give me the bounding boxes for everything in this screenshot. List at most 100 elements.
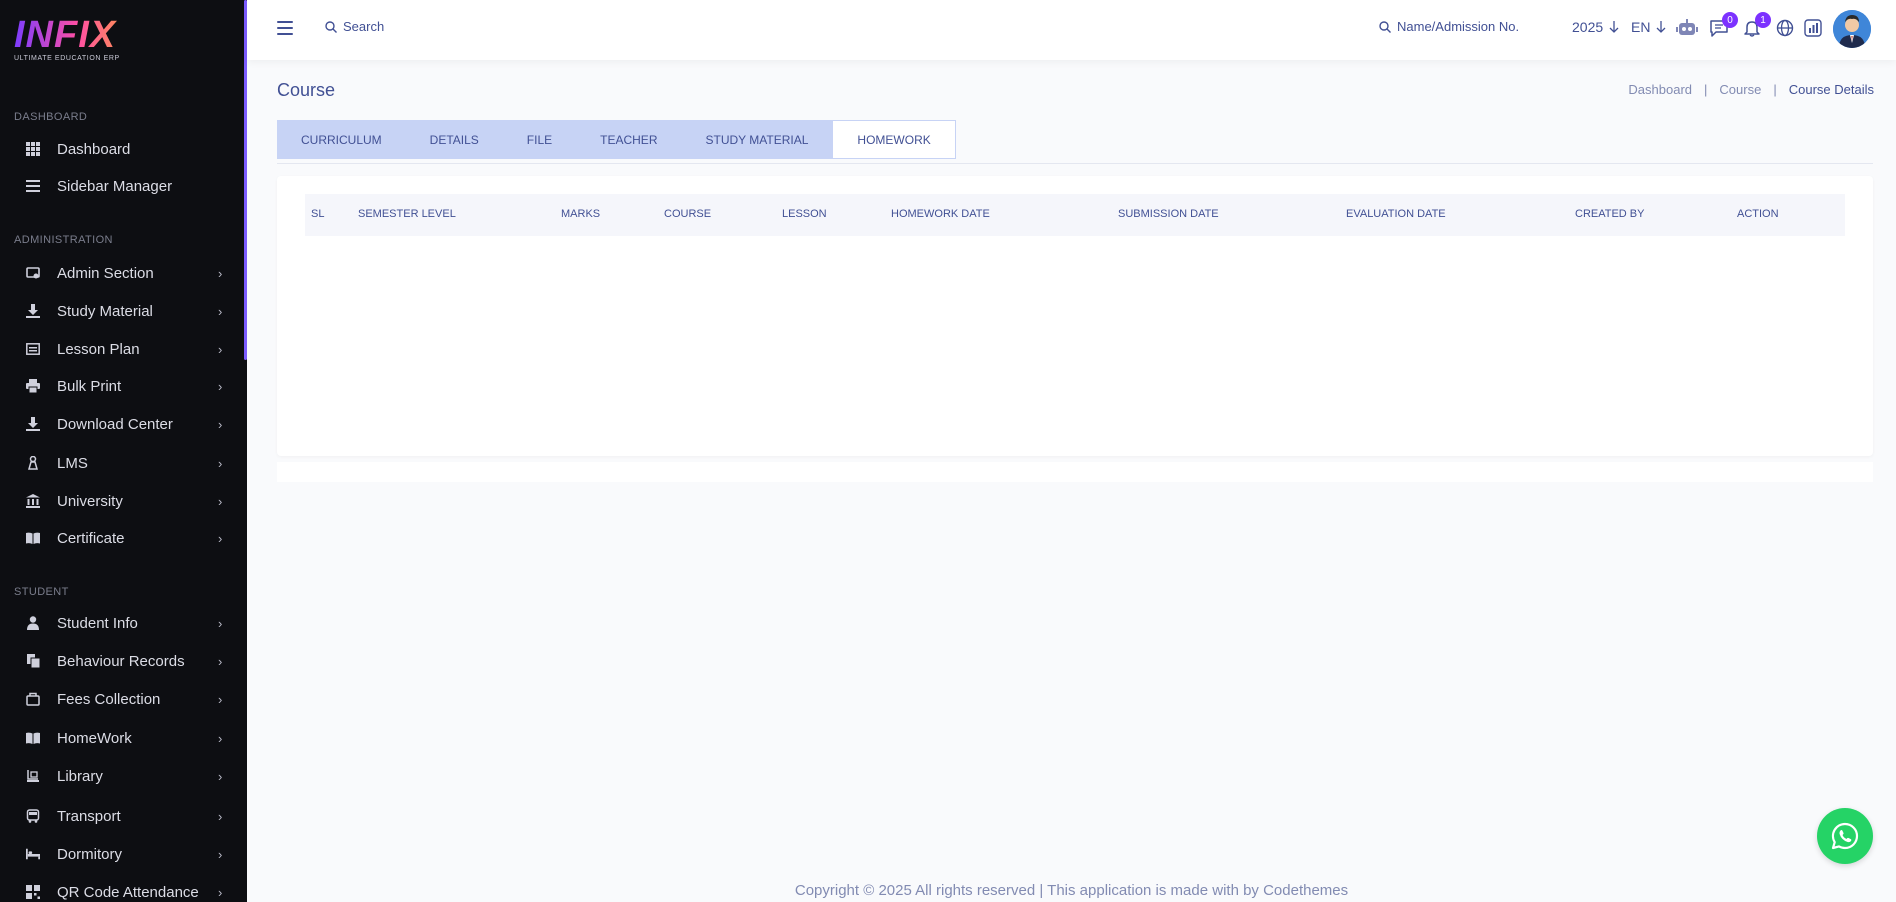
sidebar-item-behaviour-records[interactable]: Behaviour Records › bbox=[0, 644, 244, 678]
card-footer-strip bbox=[277, 462, 1873, 482]
sidebar-item-sidebar-manager[interactable]: Sidebar Manager bbox=[0, 169, 244, 203]
sidebar-item-label: Dashboard bbox=[57, 140, 131, 158]
sidebar-item-label: QR Code Attendance bbox=[57, 883, 199, 901]
whatsapp-button[interactable] bbox=[1817, 808, 1873, 864]
avatar[interactable] bbox=[1833, 10, 1871, 48]
homework-table-card: SL SEMESTER LEVEL MARKS COURSE LESSON HO… bbox=[277, 176, 1873, 456]
column-header-lesson[interactable]: LESSON bbox=[782, 208, 827, 220]
chevron-right-icon: › bbox=[218, 455, 223, 471]
sidebar-item-label: Certificate bbox=[57, 529, 125, 547]
menu-lines-icon bbox=[26, 179, 40, 193]
records-icon bbox=[26, 654, 40, 668]
chevron-right-icon: › bbox=[218, 265, 223, 281]
language-select[interactable]: EN bbox=[1631, 19, 1666, 35]
search-icon bbox=[1379, 20, 1391, 33]
user-icon bbox=[26, 616, 40, 630]
chevron-right-icon: › bbox=[218, 615, 223, 631]
messages-badge: 0 bbox=[1722, 12, 1738, 28]
list-icon bbox=[26, 342, 40, 356]
bus-icon bbox=[26, 809, 40, 823]
chevron-right-icon: › bbox=[218, 808, 223, 824]
chevron-right-icon: › bbox=[218, 653, 223, 669]
chevron-right-icon: › bbox=[218, 530, 223, 546]
sidebar-item-homework[interactable]: HomeWork › bbox=[0, 721, 244, 755]
sidebar-item-student-info[interactable]: Student Info › bbox=[0, 606, 244, 640]
language-value: EN bbox=[1631, 19, 1651, 35]
notifications-badge: 1 bbox=[1755, 12, 1771, 28]
sidebar-item-label: Behaviour Records bbox=[57, 652, 185, 670]
sidebar-item-label: Bulk Print bbox=[57, 377, 122, 395]
sidebar-item-label: Lesson Plan bbox=[57, 340, 140, 358]
qr-icon bbox=[26, 885, 40, 899]
sidebar-item-label: University bbox=[57, 492, 123, 510]
sidebar-item-certificate[interactable]: Certificate › bbox=[0, 521, 244, 555]
sidebar-item-fees-collection[interactable]: Fees Collection › bbox=[0, 682, 244, 716]
tab-curriculum[interactable]: CURRICULUM bbox=[277, 120, 406, 159]
sidebar-item-qr-code-attendance[interactable]: QR Code Attendance › bbox=[0, 875, 244, 902]
column-header-evaluation-date[interactable]: EVALUATION DATE bbox=[1346, 208, 1446, 220]
chevron-right-icon: › bbox=[218, 691, 223, 707]
chevron-right-icon: › bbox=[218, 884, 223, 900]
sidebar-item-bulk-print[interactable]: Bulk Print › bbox=[0, 369, 244, 403]
column-header-semester-level[interactable]: SEMESTER LEVEL bbox=[358, 208, 456, 220]
tab-teacher[interactable]: TEACHER bbox=[576, 120, 681, 159]
column-header-action[interactable]: ACTION bbox=[1737, 208, 1779, 220]
sidebar-item-university[interactable]: University › bbox=[0, 484, 244, 518]
grid-icon bbox=[26, 142, 40, 156]
bell-icon[interactable]: 1 bbox=[1741, 12, 1771, 39]
tab-homework[interactable]: HOMEWORK bbox=[832, 120, 956, 159]
brand-logo[interactable]: INFIX ULTIMATE EDUCATION ERP bbox=[14, 16, 120, 62]
section-label-student: STUDENT bbox=[14, 586, 69, 598]
bed-icon bbox=[26, 847, 40, 861]
chevron-right-icon: › bbox=[218, 493, 223, 509]
sidebar-item-study-material[interactable]: Study Material › bbox=[0, 294, 244, 328]
chat-icon[interactable]: 0 bbox=[1708, 12, 1738, 39]
search-icon bbox=[325, 20, 337, 33]
course-tabs: CURRICULUM DETAILS FILE TEACHER STUDY MA… bbox=[277, 120, 956, 159]
library-icon bbox=[26, 769, 40, 783]
table-header-row: SL SEMESTER LEVEL MARKS COURSE LESSON HO… bbox=[305, 194, 1845, 236]
column-header-homework-date[interactable]: HOMEWORK DATE bbox=[891, 208, 990, 220]
tab-study-material[interactable]: STUDY MATERIAL bbox=[681, 120, 832, 159]
logo-text: INFIX bbox=[14, 16, 120, 54]
robot-icon[interactable] bbox=[1676, 17, 1698, 39]
chevron-right-icon: › bbox=[218, 730, 223, 746]
book-icon bbox=[26, 531, 40, 545]
sidebar-item-label: Sidebar Manager bbox=[57, 177, 173, 195]
column-header-created-by[interactable]: CREATED BY bbox=[1575, 208, 1644, 220]
breadcrumb-dashboard[interactable]: Dashboard bbox=[1628, 82, 1692, 97]
sidebar-item-transport[interactable]: Transport › bbox=[0, 799, 244, 833]
sidebar-item-dashboard[interactable]: Dashboard bbox=[0, 132, 244, 166]
hamburger-menu-icon[interactable] bbox=[277, 21, 293, 35]
sidebar-item-label: Dormitory bbox=[57, 845, 123, 863]
search-input[interactable] bbox=[343, 19, 543, 34]
sidebar-item-label: Fees Collection bbox=[57, 690, 161, 708]
breadcrumb-separator: | bbox=[1704, 82, 1708, 97]
column-header-submission-date[interactable]: SUBMISSION DATE bbox=[1118, 208, 1219, 220]
sidebar-item-download-center[interactable]: Download Center › bbox=[0, 407, 244, 441]
sidebar-item-label: Download Center bbox=[57, 415, 173, 433]
tab-file[interactable]: FILE bbox=[503, 120, 576, 159]
column-header-course[interactable]: COURSE bbox=[664, 208, 711, 220]
sidebar: INFIX ULTIMATE EDUCATION ERP DASHBOARD D… bbox=[0, 0, 247, 902]
column-header-marks[interactable]: MARKS bbox=[561, 208, 600, 220]
analytics-icon[interactable] bbox=[1802, 17, 1824, 39]
logo-tagline: ULTIMATE EDUCATION ERP bbox=[14, 55, 120, 62]
sidebar-item-lesson-plan[interactable]: Lesson Plan › bbox=[0, 332, 244, 366]
year-select[interactable]: 2025 bbox=[1572, 19, 1619, 35]
tab-details[interactable]: DETAILS bbox=[406, 120, 503, 159]
breadcrumb-course-details: Course Details bbox=[1788, 82, 1874, 97]
sidebar-item-admin-section[interactable]: Admin Section › bbox=[0, 256, 244, 290]
search-box bbox=[325, 19, 543, 34]
breadcrumb-course[interactable]: Course bbox=[1719, 82, 1761, 97]
globe-icon[interactable] bbox=[1774, 17, 1796, 39]
admission-search-input[interactable] bbox=[1397, 19, 1547, 34]
sidebar-item-library[interactable]: Library › bbox=[0, 759, 244, 793]
breadcrumb: Dashboard | Course | Course Details bbox=[1628, 82, 1874, 97]
column-header-sl[interactable]: SL bbox=[311, 208, 324, 220]
book-icon bbox=[26, 731, 40, 745]
sidebar-item-label: Library bbox=[57, 767, 103, 785]
sidebar-item-dormitory[interactable]: Dormitory › bbox=[0, 837, 244, 871]
chevron-right-icon: › bbox=[218, 416, 223, 432]
sidebar-item-lms[interactable]: LMS › bbox=[0, 446, 244, 480]
